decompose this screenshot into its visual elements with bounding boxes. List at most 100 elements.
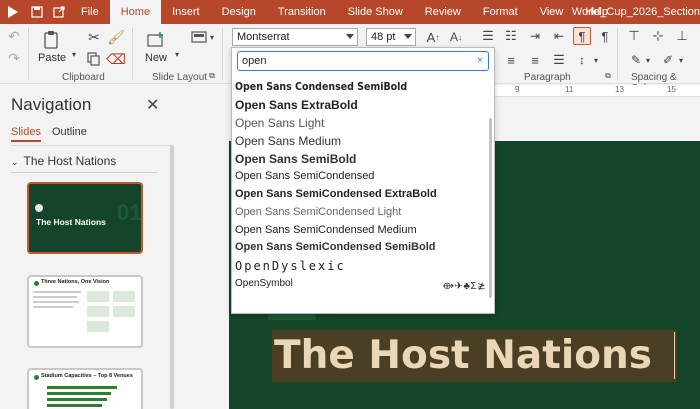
font-size-dropdown-icon[interactable] [404, 34, 412, 39]
ribbon-separator [617, 28, 618, 80]
slide-thumbnail-1[interactable]: The Host Nations 01 [27, 182, 143, 254]
font-option[interactable]: Open Sans Condensed SemiBold [235, 81, 407, 93]
line-color-icon[interactable]: ✐ [660, 52, 676, 68]
tab-outline[interactable]: Outline [52, 126, 87, 138]
numbering-icon[interactable]: ☷ [503, 28, 519, 44]
slide-title-textbox[interactable]: The Host Nations [272, 330, 677, 382]
new-slide-dropdown-icon[interactable]: ▾ [173, 48, 181, 60]
align-right-icon[interactable]: ≡ [527, 52, 543, 68]
font-search-input[interactable]: open × [237, 51, 489, 71]
ruler-tick: 13 [615, 85, 624, 94]
clear-formatting-icon[interactable]: ⌫ [106, 51, 126, 67]
tab-transition[interactable]: Transition [267, 0, 337, 24]
format-painter-icon[interactable]: 🖌 [107, 29, 125, 45]
line-color-dropdown-icon[interactable]: ▾ [677, 52, 685, 68]
font-option[interactable]: Open Sans SemiCondensed Light [235, 206, 401, 218]
section-divider [11, 172, 157, 173]
slide-thumbnail-2[interactable]: Three Nations, One Vision [27, 275, 143, 348]
highlight-color-icon[interactable]: ✎ [628, 52, 644, 68]
dialog-launcher-icon[interactable]: ⧉ [603, 71, 613, 81]
font-option[interactable]: Open Sans Medium [235, 134, 341, 148]
slide-layout-group-label: Slide Layout [152, 72, 208, 83]
font-option[interactable]: Open Sans SemiCondensed ExtraBold [235, 188, 437, 200]
text-cursor [674, 332, 675, 379]
font-size-value: 48 pt [371, 31, 396, 43]
font-size-input[interactable]: 48 pt [366, 28, 416, 46]
font-dropdown-scrollbar[interactable] [489, 118, 492, 298]
horizontal-ruler: 9 11 13 15 [495, 85, 700, 97]
navigation-panel: Navigation ✕ Slides Outline ⌄ The Host Na… [0, 85, 175, 409]
dialog-launcher-icon[interactable]: ⧉ [207, 71, 217, 81]
bullets-icon[interactable]: ☰ [480, 28, 496, 44]
thumbnail-decoration: 01 [117, 200, 142, 225]
tab-review[interactable]: Review [414, 0, 472, 24]
font-option[interactable]: Open Sans Light [235, 116, 324, 130]
ltr-direction-icon[interactable]: ¶ [573, 27, 591, 45]
shrink-font-icon[interactable]: A ↓ [448, 28, 464, 46]
tab-slide-show[interactable]: Slide Show [337, 0, 414, 24]
align-center-icon[interactable]: ≡ [503, 52, 519, 68]
globe-icon [35, 204, 43, 212]
tab-format[interactable]: Format [472, 0, 529, 24]
close-icon[interactable]: ✕ [146, 95, 159, 115]
thumbnail-title: Stadium Capacities – Top 8 Venues [41, 373, 133, 379]
ribbon-separator [222, 28, 223, 80]
font-option[interactable]: OpenDyslexic [235, 259, 346, 273]
ruler-tick: 9 [515, 85, 520, 94]
font-name-input[interactable]: Montserrat [232, 28, 358, 46]
navigation-title: Navigation [11, 95, 92, 114]
nav-scrollbar[interactable] [170, 145, 174, 409]
paste-icon[interactable] [42, 30, 62, 50]
section-label: The Host Nations [23, 154, 117, 168]
rtl-direction-icon[interactable]: ¶ [597, 28, 613, 44]
font-option[interactable]: Open Sans SemiBold [235, 152, 356, 166]
clear-search-icon[interactable]: × [477, 55, 483, 66]
paste-label[interactable]: Paste [38, 52, 66, 64]
decrease-indent-icon[interactable]: ⇤ [551, 28, 567, 44]
font-name-dropdown-icon[interactable] [346, 34, 354, 39]
thumbnail-title: Three Nations, One Vision [41, 279, 110, 285]
tab-slides[interactable]: Slides [11, 126, 41, 142]
ruler-tick: 11 [565, 85, 574, 94]
redo-icon[interactable]: ↷ [6, 50, 22, 66]
undo-icon[interactable]: ↶ [6, 28, 22, 44]
paragraph-group-label: Paragraph [524, 72, 571, 83]
new-slide-label[interactable]: New [145, 52, 167, 64]
copy-icon[interactable] [86, 51, 102, 67]
tab-design[interactable]: Design [211, 0, 267, 24]
grow-font-icon[interactable]: A ↑ [425, 28, 441, 46]
tab-view[interactable]: View [529, 0, 575, 24]
tab-home[interactable]: Home [109, 0, 162, 24]
line-spacing-dropdown-icon[interactable]: ▾ [592, 52, 600, 68]
chevron-down-icon[interactable]: ⌄ [11, 157, 19, 167]
bullet-icon [34, 281, 39, 286]
tab-file[interactable]: File [70, 0, 110, 24]
ribbon-separator [28, 28, 29, 80]
tab-insert[interactable]: Insert [161, 0, 211, 24]
font-option[interactable]: Open Sans SemiCondensed SemiBold [235, 241, 436, 253]
font-dropdown: open × Open Sans Condensed SemiBold Open… [231, 47, 495, 314]
font-option[interactable]: Open Sans SemiCondensed [235, 170, 374, 182]
align-middle-icon[interactable]: ⊹ [650, 28, 666, 44]
justify-icon[interactable]: ☰ [551, 52, 567, 68]
layout-icon[interactable] [190, 30, 208, 44]
align-top-icon[interactable]: ⊤ [626, 28, 642, 44]
highlight-dropdown-icon[interactable]: ▾ [644, 52, 652, 68]
layout-dropdown-icon[interactable]: ▾ [208, 32, 216, 42]
font-option[interactable]: Open Sans SemiCondensed Medium [235, 224, 417, 236]
open-external-icon[interactable] [48, 0, 70, 24]
font-option[interactable]: Open Sans ExtraBold [235, 98, 358, 112]
new-slide-icon[interactable] [146, 30, 166, 50]
section-header[interactable]: ⌄ The Host Nations [11, 154, 116, 168]
slide-thumbnail-3[interactable]: Stadium Capacities – Top 8 Venues [27, 368, 143, 409]
clipboard-group-label: Clipboard [62, 72, 105, 83]
app-logo-icon [0, 0, 26, 24]
cut-icon[interactable]: ✂ [86, 29, 102, 45]
save-icon[interactable] [26, 0, 48, 24]
font-option[interactable]: OpenSymbol [235, 278, 293, 289]
nav-divider [11, 145, 171, 146]
paste-dropdown-icon[interactable]: ▾ [70, 48, 78, 60]
increase-indent-icon[interactable]: ⇥ [527, 28, 543, 44]
line-spacing-icon[interactable]: ↕ [574, 52, 590, 68]
align-bottom-icon[interactable]: ⊥ [674, 28, 690, 44]
